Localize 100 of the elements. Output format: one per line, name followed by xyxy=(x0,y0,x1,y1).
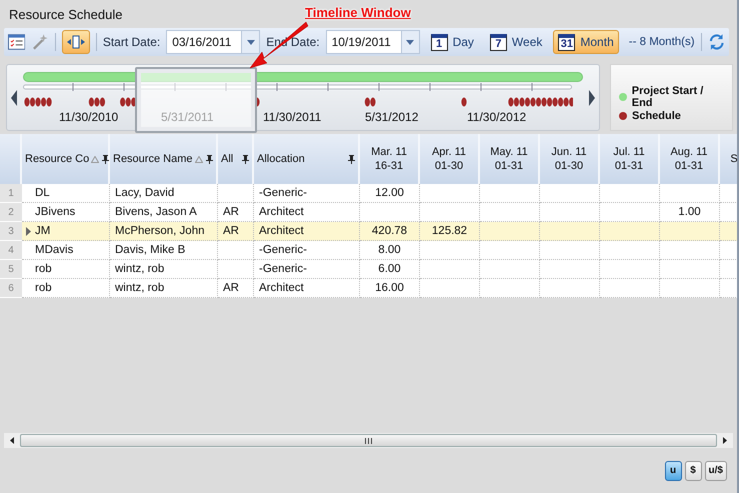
timeline-date-label: 11/30/2011 xyxy=(263,110,322,124)
table-cell xyxy=(540,241,600,260)
pin-icon[interactable] xyxy=(102,154,110,164)
table-cell: 420.78 xyxy=(360,222,420,241)
table-cell: Lacy, David xyxy=(110,184,218,203)
timeline-date-label: 5/31/2011 xyxy=(161,110,214,124)
table-cell xyxy=(480,241,540,260)
table-cell xyxy=(540,184,600,203)
period-column-header[interactable]: Jul. 11 01-31 xyxy=(600,134,660,184)
table-cell xyxy=(660,184,720,203)
table-cell: 16.00 xyxy=(360,279,420,298)
table-cell: 125.82 xyxy=(420,222,480,241)
calendar-icon: 31 xyxy=(558,34,576,50)
table-cell: Architect xyxy=(254,203,360,222)
table-cell xyxy=(540,203,600,222)
split-arrows-icon xyxy=(66,35,85,49)
period-column-header[interactable]: Mar. 11 16-31 xyxy=(360,134,420,184)
table-cell xyxy=(540,260,600,279)
table-cell xyxy=(420,241,480,260)
grip-icon xyxy=(365,438,372,444)
timeline-date-label: 11/30/2012 xyxy=(467,110,528,124)
column-header[interactable]: Resource Co xyxy=(22,134,110,184)
cell-text: JM xyxy=(35,225,50,237)
start-date-field[interactable]: 03/16/2011 xyxy=(166,30,242,54)
calendar-icon: 7 xyxy=(490,34,507,50)
table-cell xyxy=(660,222,720,241)
task-list-icon[interactable] xyxy=(8,34,26,50)
cell-text: rob xyxy=(35,282,52,294)
span-length-text: -- 8 Month(s) xyxy=(628,36,695,48)
column-header[interactable]: Resource Name xyxy=(110,134,218,184)
scroll-left-arrow-icon[interactable] xyxy=(11,90,17,106)
table-cell xyxy=(480,203,540,222)
timeline-window-handle[interactable] xyxy=(135,67,257,133)
table-cell xyxy=(218,260,254,279)
table-cell: Davis, Mike B xyxy=(110,241,218,260)
table-cell xyxy=(480,279,540,298)
table-cell: 12.00 xyxy=(360,184,420,203)
table-cell: wintz, rob xyxy=(110,279,218,298)
dropdown-caret-icon[interactable] xyxy=(242,30,260,54)
table-cell xyxy=(420,203,480,222)
period-column-header[interactable]: Apr. 11 01-30 xyxy=(420,134,480,184)
end-date-field[interactable]: 10/19/2011 xyxy=(326,30,402,54)
timeline-date-label: 11/30/2010 xyxy=(59,110,120,124)
pin-icon[interactable] xyxy=(348,154,355,164)
table-cell xyxy=(360,203,420,222)
view-mode-button[interactable]: 7 Week xyxy=(484,30,548,54)
pin-icon[interactable] xyxy=(242,154,249,164)
table-cell: -Generic- xyxy=(254,184,360,203)
period-column-header[interactable]: S xyxy=(720,134,737,184)
table-cell xyxy=(218,184,254,203)
cell-text: DL xyxy=(35,187,50,199)
table-cell xyxy=(480,222,540,241)
unit-toggle-button[interactable]: u xyxy=(664,460,682,480)
legend-item: Schedule xyxy=(619,110,724,122)
legend-item: Project Start / End xyxy=(619,85,724,109)
pin-icon[interactable] xyxy=(206,154,213,164)
horizontal-scrollbar[interactable] xyxy=(4,433,733,448)
unit-toggle-button[interactable]: u/$ xyxy=(704,460,727,480)
table-cell xyxy=(480,260,540,279)
table-cell: Architect xyxy=(254,279,360,298)
table-cell: -Generic- xyxy=(254,260,360,279)
table-cell xyxy=(600,260,660,279)
table-cell xyxy=(218,241,254,260)
table-cell: 1.00 xyxy=(660,203,720,222)
view-mode-button[interactable]: 1 Day xyxy=(426,30,479,54)
table-cell: wintz, rob xyxy=(110,260,218,279)
table-cell xyxy=(600,184,660,203)
cell-text: rob xyxy=(35,263,52,275)
table-cell: 6.00 xyxy=(360,260,420,279)
table-cell xyxy=(600,241,660,260)
table-cell xyxy=(600,279,660,298)
table-cell xyxy=(600,203,660,222)
timeline-date-label: 5/31/2012 xyxy=(365,110,420,124)
refresh-icon[interactable] xyxy=(708,33,725,51)
unit-toggle-button[interactable]: $ xyxy=(684,460,702,480)
scrollbar-thumb[interactable] xyxy=(20,434,717,447)
period-column-header[interactable]: Aug. 11 01-31 xyxy=(660,134,720,184)
table-cell xyxy=(420,184,480,203)
table-cell xyxy=(540,222,600,241)
table-cell xyxy=(420,260,480,279)
period-column-header[interactable]: May. 11 01-31 xyxy=(480,134,540,184)
view-mode-button[interactable]: 31 Month xyxy=(553,30,619,54)
cell-text: MDavis xyxy=(35,244,74,256)
scroll-right-arrow-icon[interactable] xyxy=(589,90,595,106)
table-cell: 8.00 xyxy=(360,241,420,260)
dropdown-caret-icon[interactable] xyxy=(402,30,420,54)
timeline-toggle-button[interactable] xyxy=(62,30,90,54)
column-header[interactable]: All xyxy=(218,134,254,184)
table-cell: AR xyxy=(218,203,254,222)
table-cell xyxy=(420,279,480,298)
column-header[interactable]: Allocation xyxy=(254,134,360,184)
scroll-right-arrow-icon[interactable] xyxy=(723,437,727,444)
table-cell xyxy=(600,222,660,241)
calendar-icon: 1 xyxy=(430,34,448,50)
scroll-left-arrow-icon[interactable] xyxy=(10,437,14,444)
period-column-header[interactable]: Jun. 11 01-30 xyxy=(540,134,600,184)
table-cell: AR xyxy=(218,222,254,241)
table-cell xyxy=(540,279,600,298)
table-cell xyxy=(660,260,720,279)
table-cell: McPherson, John xyxy=(110,222,218,241)
